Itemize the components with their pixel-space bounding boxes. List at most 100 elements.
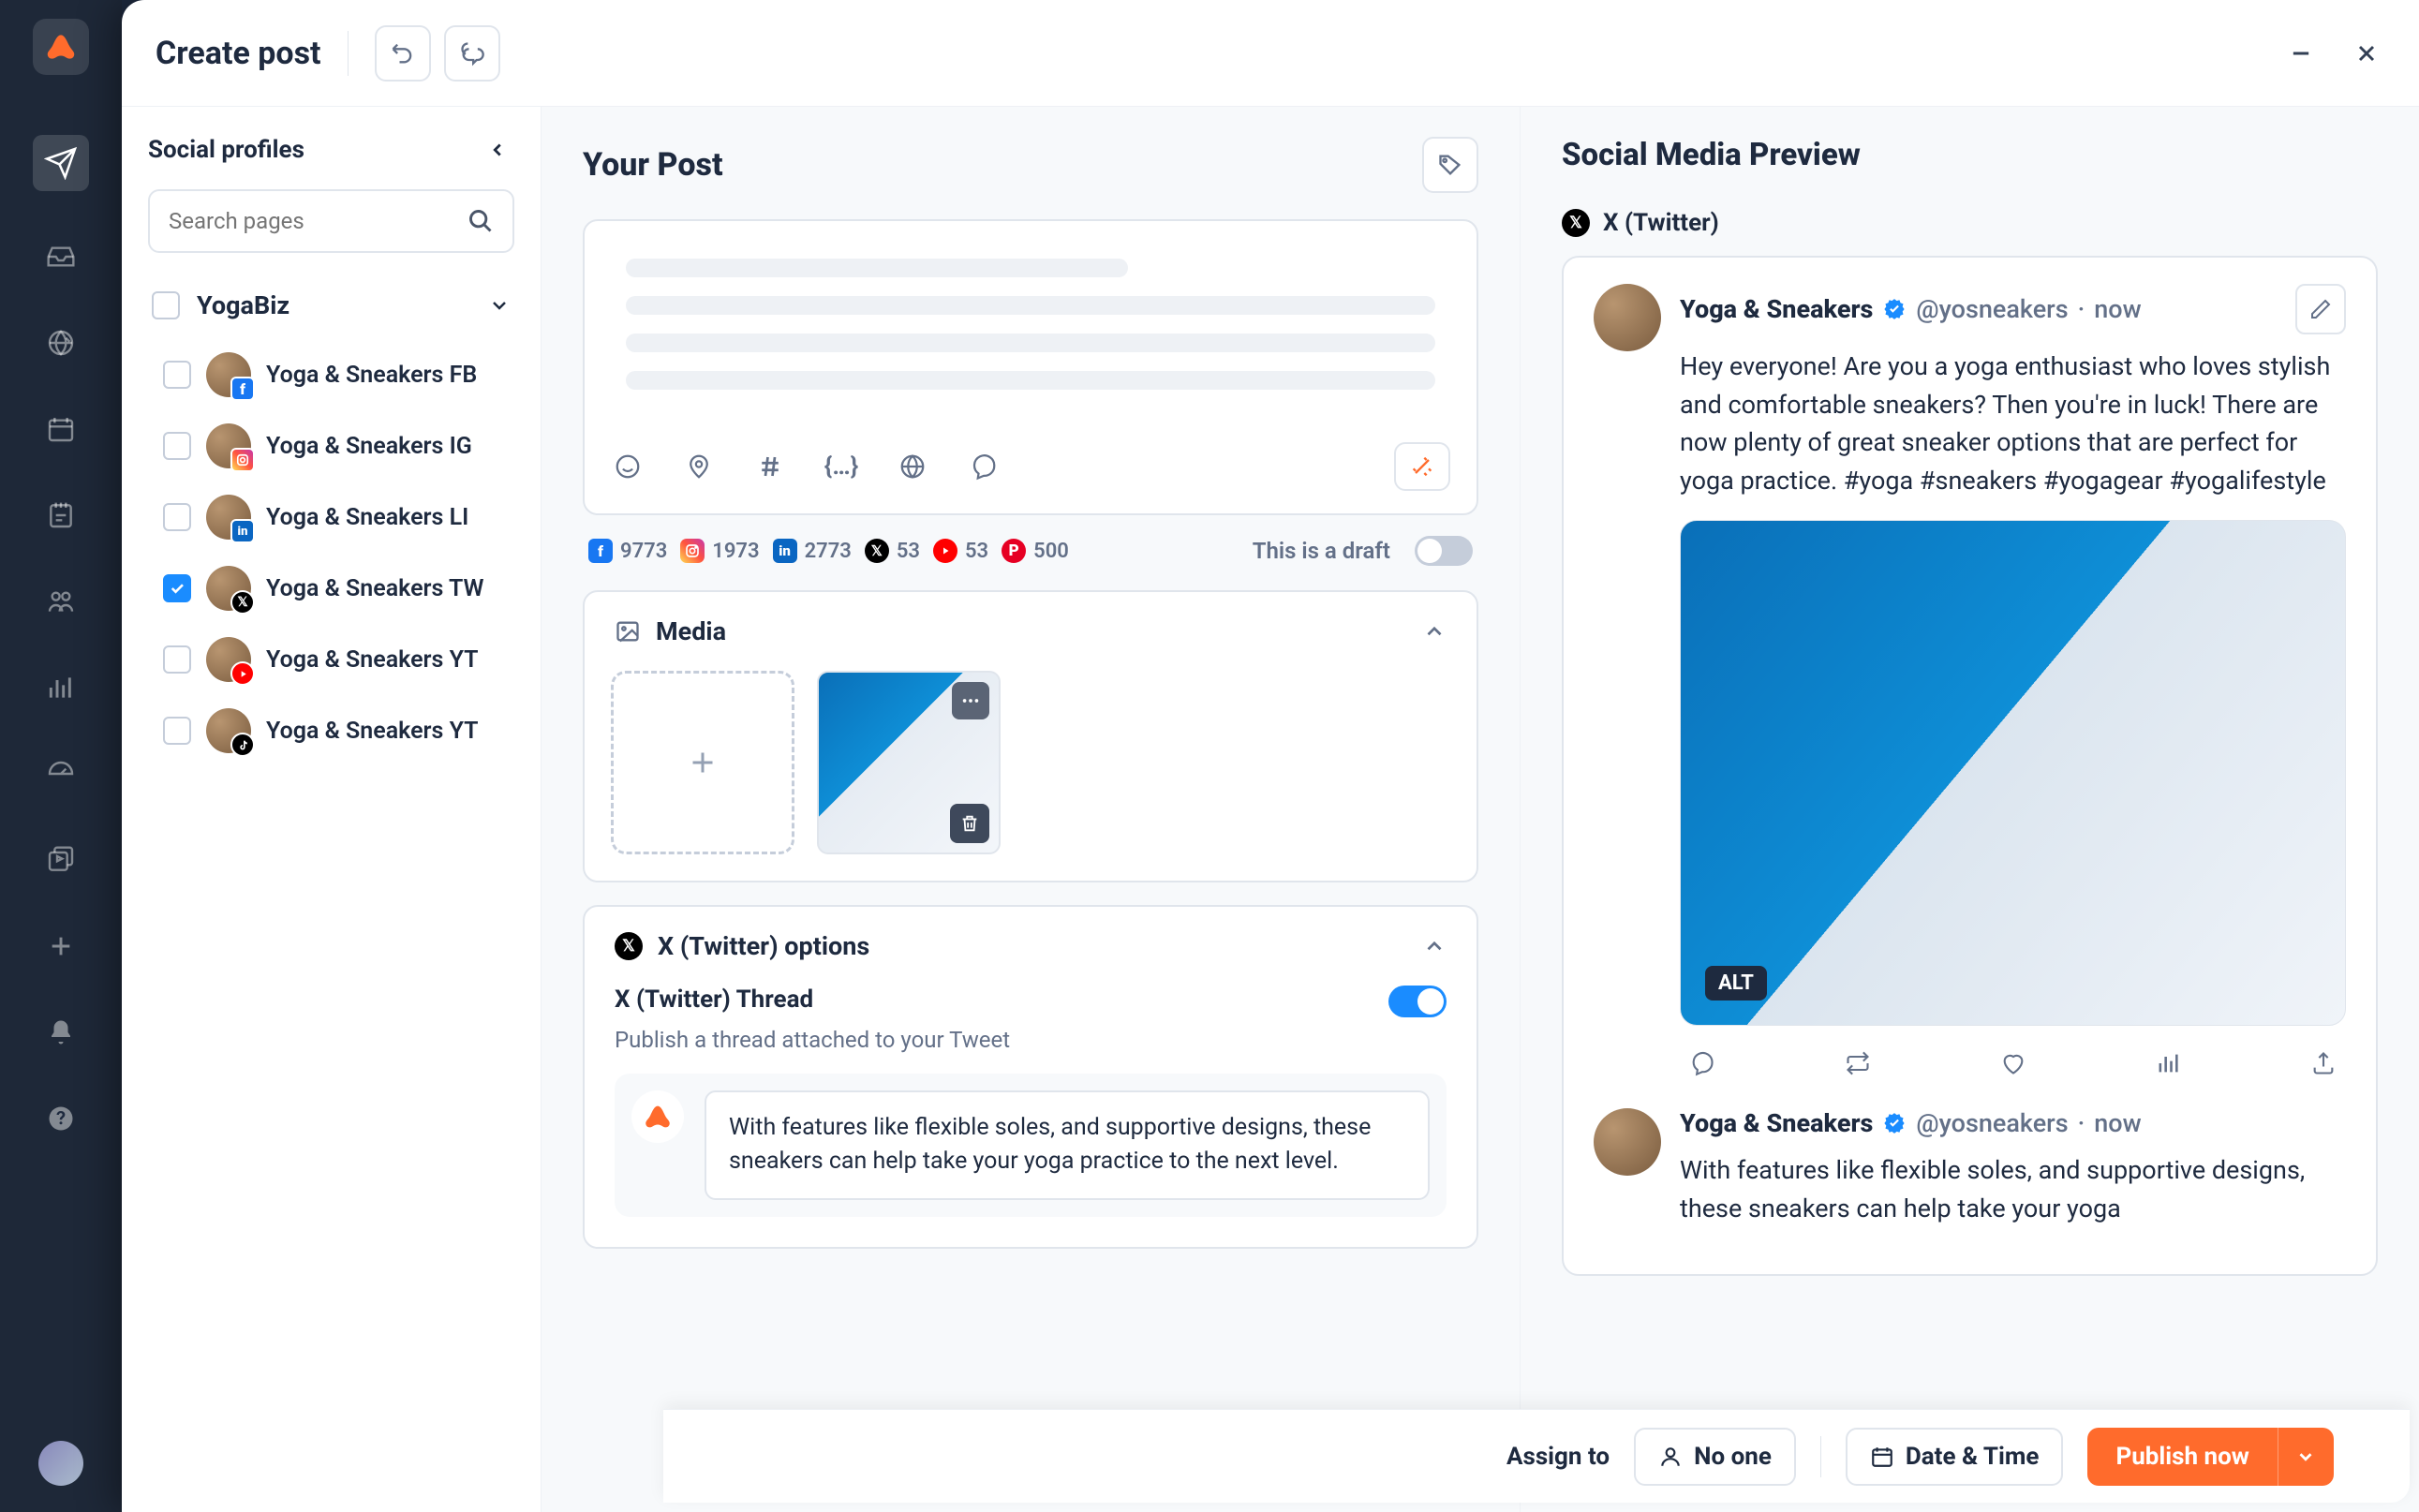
draft-label: This is a draft (1253, 538, 1390, 564)
emoji-icon[interactable] (611, 450, 645, 483)
group-checkbox[interactable] (152, 291, 180, 319)
publish-button[interactable]: Publish now (2087, 1428, 2277, 1486)
profile-row[interactable]: Yoga & Sneakers YT (148, 624, 514, 695)
collapse-profiles-button[interactable] (481, 133, 514, 167)
nav-notes-icon[interactable] (40, 495, 82, 536)
profile-label: Yoga & Sneakers TW (266, 575, 484, 602)
profile-row[interactable]: Yoga & Sneakers YT (148, 695, 514, 766)
tweet-actions (1680, 1043, 2346, 1082)
profile-avatar: in (206, 495, 251, 540)
nav-calendar-icon[interactable] (40, 408, 82, 450)
assign-dropdown[interactable]: No one (1634, 1428, 1796, 1486)
tweet-handle: @yosneakers (1916, 294, 2068, 324)
profile-checkbox[interactable] (163, 574, 191, 602)
profile-avatar (206, 708, 251, 753)
profile-row[interactable]: in Yoga & Sneakers LI (148, 482, 514, 553)
profile-avatar: 𝕏 (206, 566, 251, 611)
nav-analytics-icon[interactable] (40, 667, 82, 708)
tweet-author-name: Yoga & Sneakers (1680, 294, 1873, 324)
tweet-time: now (2094, 294, 2141, 324)
like-icon[interactable] (2000, 1050, 2026, 1076)
chat-icon[interactable] (967, 450, 1001, 483)
profile-checkbox[interactable] (163, 432, 191, 460)
nav-inbox-icon[interactable] (40, 236, 82, 277)
tag-button[interactable] (1422, 137, 1478, 193)
profiles-panel: Social profiles YogaBiz fYoga & Sneakers… (122, 107, 542, 1512)
linkedin-icon: in (773, 539, 797, 563)
twitter-options-section: 𝕏X (Twitter) options X (Twitter) Thread … (583, 905, 1478, 1249)
preview-tweet-2: Yoga & Sneakers @yosneakers · now With f… (1594, 1108, 2346, 1248)
post-editor[interactable] (585, 221, 1477, 427)
thread-toggle[interactable] (1388, 986, 1447, 1017)
thread-description: Publish a thread attached to your Tweet (585, 1027, 1477, 1074)
youtube-icon (933, 539, 957, 563)
profile-row[interactable]: 𝕏 Yoga & Sneakers TW (148, 553, 514, 624)
collapse-options-button[interactable] (1422, 934, 1447, 958)
edit-preview-button[interactable] (2295, 284, 2346, 334)
preview-tweet-1: Yoga & Sneakers @yosneakers · now Hey ev… (1594, 284, 2346, 1082)
retweet-icon[interactable] (1845, 1050, 1871, 1076)
assign-label: Assign to (1506, 1443, 1610, 1471)
instagram-icon (680, 539, 705, 563)
profile-label: Yoga & Sneakers YT (266, 718, 479, 745)
draft-toggle[interactable] (1415, 536, 1473, 566)
image-icon (615, 618, 641, 645)
views-icon[interactable] (2155, 1050, 2181, 1076)
preview-card: Yoga & Sneakers @yosneakers · now Hey ev… (1562, 256, 2378, 1276)
thread-text-input[interactable]: With features like flexible soles, and s… (705, 1090, 1430, 1200)
profile-avatar (206, 423, 251, 468)
nav-bell-icon[interactable] (40, 1012, 82, 1053)
profile-group-header[interactable]: YogaBiz (148, 279, 514, 332)
facebook-icon: f (588, 539, 613, 563)
profile-row[interactable]: Yoga & Sneakers IG (148, 410, 514, 482)
collapse-media-button[interactable] (1422, 619, 1447, 644)
char-counter-row: f9773 1973 in2773 𝕏53 53 P500 This is a … (583, 536, 1478, 566)
post-editor-card: {…} (583, 219, 1478, 515)
person-icon (1658, 1445, 1683, 1469)
profile-label: Yoga & Sneakers YT (266, 646, 479, 674)
template-icon[interactable]: {…} (824, 450, 858, 483)
minimize-button[interactable] (2282, 35, 2320, 72)
media-thumbnail[interactable] (817, 671, 1001, 854)
create-post-modal: Create post Social profiles (122, 0, 2419, 1512)
profile-checkbox[interactable] (163, 503, 191, 531)
hashtag-icon[interactable] (753, 450, 787, 483)
add-media-button[interactable] (611, 671, 794, 854)
search-profiles-input[interactable] (148, 189, 514, 253)
media-more-button[interactable] (952, 682, 989, 719)
nav-dashboard-icon[interactable] (40, 753, 82, 794)
profile-label: Yoga & Sneakers FB (266, 362, 477, 389)
profile-label: Yoga & Sneakers LI (266, 504, 468, 531)
reply-icon[interactable] (1689, 1050, 1715, 1076)
media-delete-button[interactable] (950, 804, 989, 843)
nav-user-avatar[interactable] (38, 1441, 83, 1486)
publish-dropdown-caret[interactable] (2278, 1428, 2334, 1486)
share-icon[interactable] (2310, 1050, 2337, 1076)
calendar-icon (1870, 1445, 1894, 1469)
alt-badge[interactable]: ALT (1705, 966, 1767, 1001)
profile-checkbox[interactable] (163, 361, 191, 389)
location-icon[interactable] (682, 450, 716, 483)
group-name: YogaBiz (197, 290, 471, 320)
chevron-down-icon (488, 294, 511, 317)
composer-title: Your Post (583, 146, 723, 184)
thread-entry: With features like flexible soles, and s… (615, 1074, 1447, 1217)
comments-button[interactable] (444, 25, 500, 82)
modal-header: Create post (122, 0, 2419, 107)
nav-team-icon[interactable] (40, 581, 82, 622)
ai-assist-button[interactable] (1394, 442, 1450, 491)
search-input-field[interactable] (169, 208, 467, 234)
close-button[interactable] (2348, 35, 2385, 72)
media-section: Media (583, 590, 1478, 882)
profile-row[interactable]: fYoga & Sneakers FB (148, 339, 514, 410)
datetime-button[interactable]: Date & Time (1846, 1428, 2064, 1486)
undo-button[interactable] (375, 25, 431, 82)
nav-add-icon[interactable] (40, 926, 82, 967)
nav-help-icon[interactable] (40, 1098, 82, 1139)
profile-checkbox[interactable] (163, 717, 191, 745)
profile-checkbox[interactable] (163, 645, 191, 674)
nav-monitor-icon[interactable] (40, 322, 82, 363)
link-icon[interactable] (896, 450, 929, 483)
nav-library-icon[interactable] (40, 839, 82, 881)
nav-compose-icon[interactable] (33, 135, 89, 191)
